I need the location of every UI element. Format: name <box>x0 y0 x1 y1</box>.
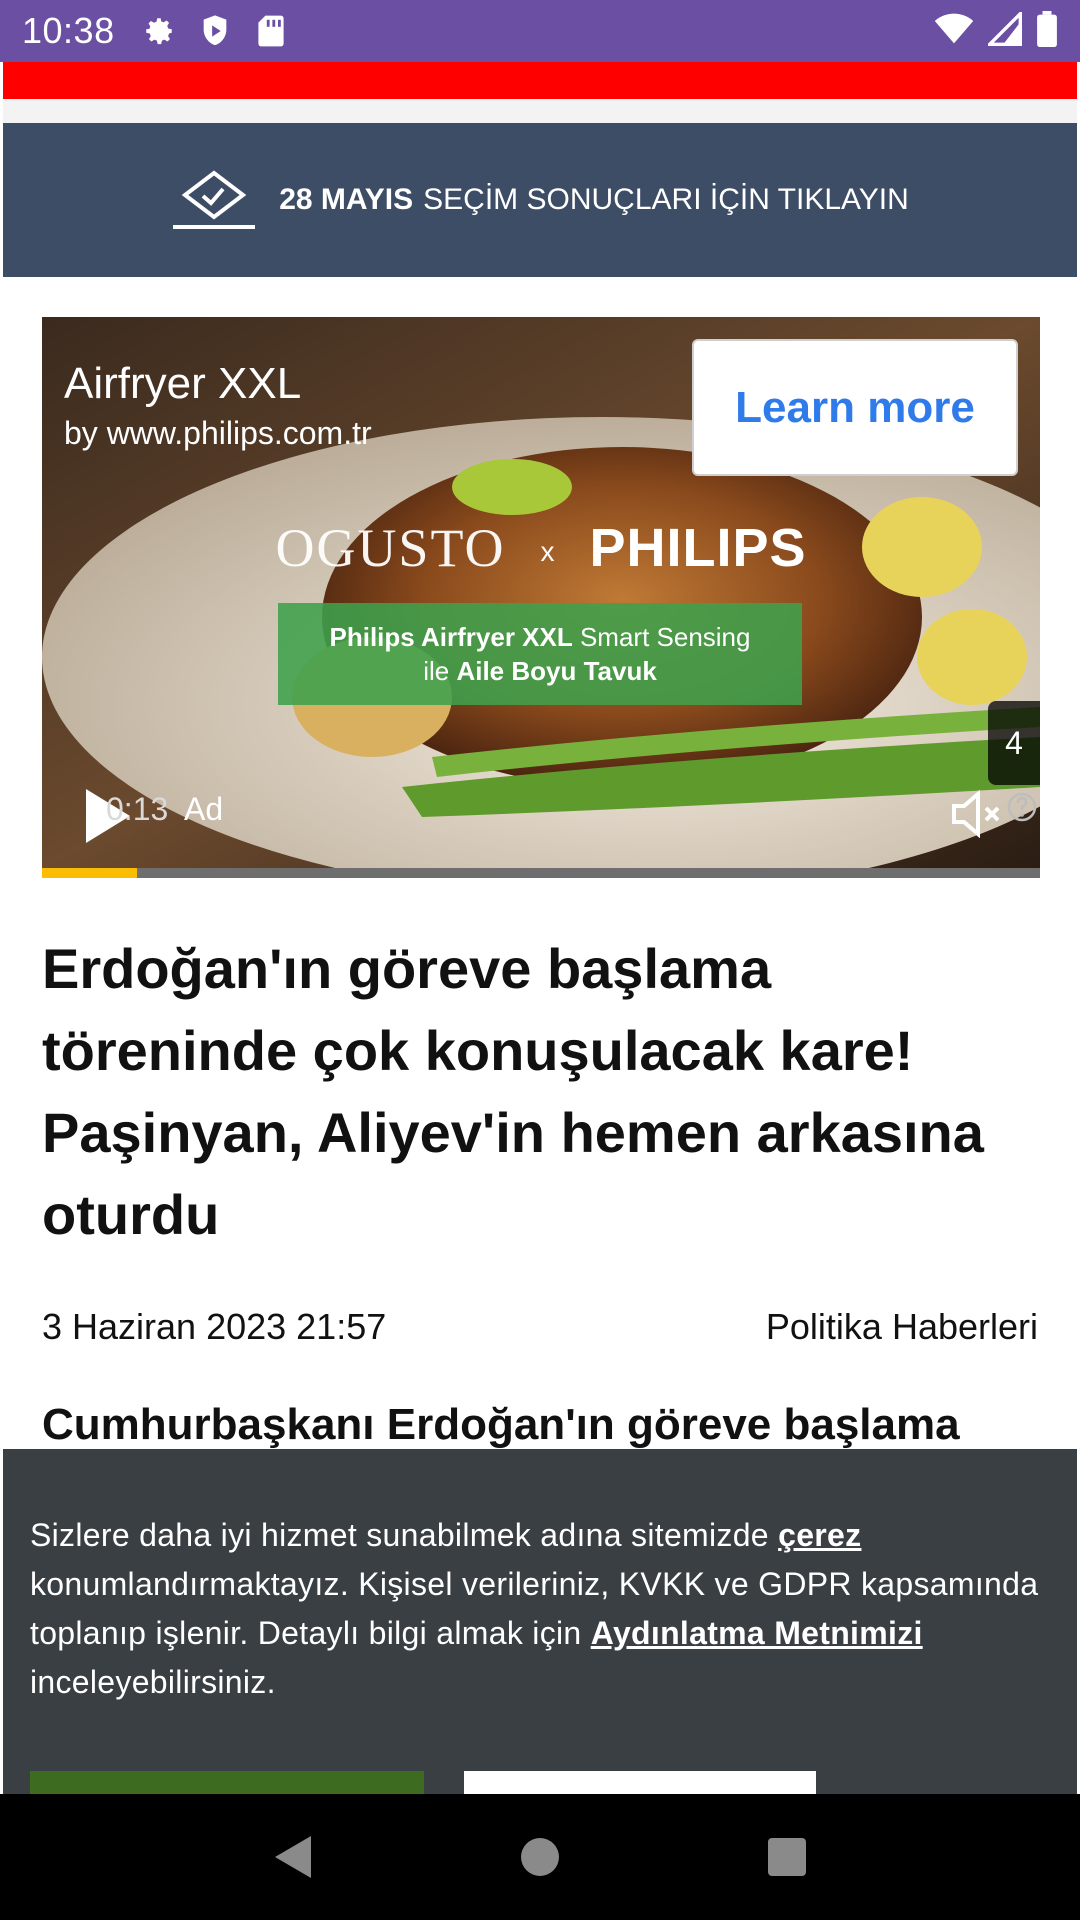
status-bar: 10:38 <box>0 0 1080 62</box>
article-date: 3 Haziran 2023 21:57 <box>42 1306 387 1347</box>
skip-countdown[interactable]: 4 <box>988 701 1040 785</box>
election-results-banner[interactable]: 28 MAYIS SEÇİM SONUÇLARI İÇİN TIKLAYIN <box>3 123 1077 277</box>
ad-label: Ad <box>184 791 224 827</box>
status-time: 10:38 <box>22 10 115 51</box>
header-divider <box>3 99 1077 123</box>
cookie-settings-button[interactable] <box>464 1771 816 1794</box>
article-category[interactable]: Politika Haberleri <box>766 1306 1038 1348</box>
video-ad[interactable]: Airfryer XXL by www.philips.com.tr Learn… <box>42 317 1040 878</box>
home-icon[interactable] <box>510 1827 570 1887</box>
ad-advertiser[interactable]: by www.philips.com.tr <box>64 415 372 452</box>
privacy-notice-link[interactable]: Aydınlatma Metnimizi <box>591 1615 923 1651</box>
gear-icon <box>139 11 179 51</box>
cookie-text-3: inceleyebilirsiniz. <box>30 1664 276 1700</box>
cookie-policy-link[interactable]: çerez <box>778 1517 861 1553</box>
cookie-text-1: Sizlere daha iyi hizmet sunabilmek adına… <box>30 1517 779 1553</box>
back-icon[interactable] <box>263 1827 323 1887</box>
shield-icon <box>195 11 235 51</box>
caption-rest-1: Smart Sensing <box>572 622 751 652</box>
system-nav-bar <box>0 1794 1080 1920</box>
ballot-box-icon <box>173 170 256 229</box>
brand-philips: PHILIPS <box>589 518 807 578</box>
article-headline: Erdoğan'ın göreve başlama töreninde çok … <box>42 937 984 1246</box>
caption-pre-2: ile <box>423 656 457 686</box>
ad-progress-fill <box>42 868 137 878</box>
banner-date: 28 MAYIS <box>279 183 414 216</box>
learn-more-button[interactable]: Learn more <box>692 339 1018 476</box>
ad-progress-bar <box>42 868 1040 878</box>
battery-icon <box>1036 10 1058 52</box>
brand-x: x <box>540 535 555 567</box>
cookie-text: Sizlere daha iyi hizmet sunabilmek adına… <box>30 1511 1050 1707</box>
help-icon[interactable] <box>1006 791 1038 823</box>
recents-icon[interactable] <box>757 1827 817 1887</box>
site-header-bar <box>3 62 1077 99</box>
banner-label: SEÇİM SONUÇLARI İÇİN TIKLAYIN <box>423 183 909 216</box>
ad-brand-line: OGUSTO x PHILIPS <box>42 517 1040 579</box>
ad-overlay-caption: Philips Airfryer XXL Smart Sensing ile A… <box>278 603 802 705</box>
brand-ogusto: OGUSTO <box>275 518 506 578</box>
sd-card-icon <box>251 11 291 51</box>
article-lead: Cumhurbaşkanı Erdoğan'ın göreve başlama <box>42 1400 960 1449</box>
wifi-icon <box>934 13 974 50</box>
cookie-consent-banner: Sizlere daha iyi hizmet sunabilmek adına… <box>3 1449 1077 1794</box>
ad-timer: 0:13 <box>106 791 169 827</box>
signal-icon <box>985 9 1022 51</box>
mute-icon[interactable] <box>950 790 1006 838</box>
ad-title: Airfryer XXL <box>64 359 302 408</box>
caption-bold-2: Aile Boyu Tavuk <box>456 656 657 686</box>
cookie-accept-button[interactable] <box>30 1771 424 1794</box>
caption-bold-1: Philips Airfryer XXL <box>329 622 573 652</box>
